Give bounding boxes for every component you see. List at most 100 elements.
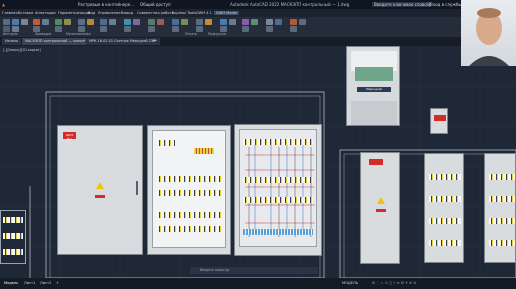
command-input[interactable]: Введите команду <box>190 267 318 274</box>
ribbon-button-5[interactable] <box>42 19 49 25</box>
tab-drawing-active[interactable]: МАСКЭПП контрольный — копия* <box>22 38 89 45</box>
breaker-switch <box>434 115 446 121</box>
terminal-block <box>194 148 214 154</box>
din-rail <box>243 177 313 183</box>
menu-item-output[interactable]: Вывод <box>121 11 133 15</box>
ribbon-button-26[interactable] <box>290 19 297 25</box>
menu-item-dwh-model[interactable]: DWH Model <box>214 11 239 15</box>
menu-item-parametric[interactable]: Параметризация <box>58 11 90 15</box>
din-rail <box>429 174 461 180</box>
ribbon-button-17[interactable] <box>181 19 188 25</box>
panel-label-multibutton[interactable]: Мультикнопки <box>66 32 91 36</box>
user-signin[interactable]: Вход в службы <box>430 2 462 7</box>
ribbon-button-27[interactable] <box>299 19 306 25</box>
status-bar: Модель Лист1 Лист2 + МОДЕЛЬ ⊞ ⋮ ∟ ⊙ ◻ ⌖ … <box>0 278 516 289</box>
menu-item-insert[interactable]: Вставка <box>18 11 33 15</box>
menu-item-view[interactable]: Вид <box>88 11 95 15</box>
title-bar: ▲ Растровые в контейнере... Общий доступ… <box>0 0 516 9</box>
din-rail <box>243 197 313 203</box>
app-logo-icon[interactable]: ▲ <box>2 2 5 7</box>
menu-item-express[interactable]: Express Tools <box>172 11 196 15</box>
ribbon-button-25[interactable] <box>275 19 282 25</box>
ribbon-button-20[interactable] <box>220 19 227 25</box>
layout-tab-1[interactable]: Лист1 <box>24 281 35 285</box>
menu-item-dwh[interactable]: DWH 4.1 <box>196 11 212 15</box>
din-rail <box>157 190 221 196</box>
ribbon-button-21[interactable] <box>229 19 236 25</box>
ribbon-button-16[interactable] <box>172 19 179 25</box>
electricity-meter[interactable]: Меркурий <box>346 46 400 126</box>
panel-label-wiring[interactable]: Проводка <box>35 32 51 36</box>
plus-icon[interactable]: + <box>56 281 59 285</box>
panel-label-tools[interactable]: Инструм. <box>3 32 18 36</box>
ribbon-button-19[interactable] <box>205 19 212 25</box>
cabinet-door-closed[interactable]: ЩУЭ №1 <box>57 125 143 255</box>
cabinet-open-right-1[interactable] <box>424 153 464 263</box>
ribbon-button-8[interactable] <box>78 19 85 25</box>
din-rail <box>243 139 313 145</box>
din-rail <box>157 176 221 182</box>
ribbon-button-15[interactable] <box>157 19 164 25</box>
tab-drawing-meter[interactable]: МРК-16-02-01 Счетчик Меркурий 230* <box>86 38 160 45</box>
circuit-breaker[interactable] <box>430 108 448 134</box>
cabinet-open-right-2[interactable] <box>484 153 516 263</box>
din-rail <box>3 233 23 239</box>
ribbon-button-22[interactable] <box>242 19 249 25</box>
left-cabinet-partial <box>0 210 26 264</box>
menu-item-collaborate[interactable]: Совместная работа <box>137 11 174 15</box>
model-space-label[interactable]: МОДЕЛЬ <box>342 281 358 285</box>
cabinet-open-panel-2[interactable] <box>234 124 322 256</box>
ribbon-button-23[interactable] <box>251 19 258 25</box>
panel-label-print[interactable]: Печать <box>185 32 197 36</box>
viewport-label[interactable]: [-][Сверху][2D-каркас] <box>3 48 41 52</box>
cabinet-tag <box>369 159 383 165</box>
layout-tab-2[interactable]: Лист2 <box>40 281 51 285</box>
door-handle <box>136 181 138 195</box>
menu-item-manage[interactable]: Управление <box>98 11 121 15</box>
din-rail <box>157 226 221 232</box>
meter-display <box>355 67 393 81</box>
cabinet-tag-label: ЩУЭ №1 <box>65 133 74 141</box>
ribbon-button-4[interactable] <box>33 19 40 25</box>
warning-plate <box>95 195 105 198</box>
search-input[interactable]: Введите ключевое слово/фразу <box>372 2 431 7</box>
din-rail <box>429 240 461 246</box>
cabinet-door-closed-right[interactable] <box>360 152 400 264</box>
ribbon-button-2[interactable] <box>12 19 19 25</box>
new-tab-icon[interactable]: + <box>152 38 156 44</box>
meter-brand: Меркурий <box>357 87 391 92</box>
ribbon-button-24[interactable] <box>266 19 273 25</box>
panel-label-load[interactable]: Подгрузка <box>208 32 226 36</box>
ribbon-button-12[interactable] <box>124 19 131 25</box>
ribbon-button-14[interactable] <box>148 19 155 25</box>
menu-item-annotate[interactable]: Аннотации <box>35 11 56 15</box>
ribbon-button-6[interactable] <box>55 19 62 25</box>
din-rail <box>157 140 175 146</box>
layout-tab-model[interactable]: Модель <box>4 281 18 285</box>
menu-bar: Главная Вставка Аннотации Параметризация… <box>0 9 516 17</box>
din-rail <box>3 217 23 223</box>
ribbon-button-10[interactable] <box>100 19 107 25</box>
lightning-warning-icon <box>96 182 104 189</box>
document-tabs: Начало МАСКЭПП контрольный — копия* МРК-… <box>0 37 516 46</box>
din-rail <box>429 196 461 202</box>
cabinet-open-panel-1[interactable] <box>147 125 231 255</box>
ribbon-button-13[interactable] <box>133 19 140 25</box>
status-icons[interactable]: ⊞ ⋮ ∟ ⊙ ◻ ⌖ ≡ ⚙ ✦ ⊕ ≣ <box>372 281 416 285</box>
din-rail <box>3 249 23 255</box>
din-rail <box>157 212 221 218</box>
window-title: Autodesk AutoCAD 2022 МАСКЭПП контрольны… <box>230 2 350 7</box>
ribbon-button-11[interactable] <box>109 19 116 25</box>
ribbon-button-9[interactable] <box>87 19 94 25</box>
tab-raster[interactable]: Растровые в контейнере... <box>78 2 134 7</box>
din-rail <box>489 218 515 224</box>
ribbon-button-18[interactable] <box>196 19 203 25</box>
din-rail <box>489 196 515 202</box>
ribbon-button-7[interactable] <box>64 19 71 25</box>
share-button[interactable]: Общий доступ <box>140 2 171 7</box>
din-rail <box>489 240 515 246</box>
ribbon-button-1[interactable] <box>3 19 10 25</box>
menu-item-home[interactable]: Главная <box>2 11 18 15</box>
tab-start[interactable]: Начало <box>2 38 21 45</box>
ribbon-button-3[interactable] <box>21 19 28 25</box>
